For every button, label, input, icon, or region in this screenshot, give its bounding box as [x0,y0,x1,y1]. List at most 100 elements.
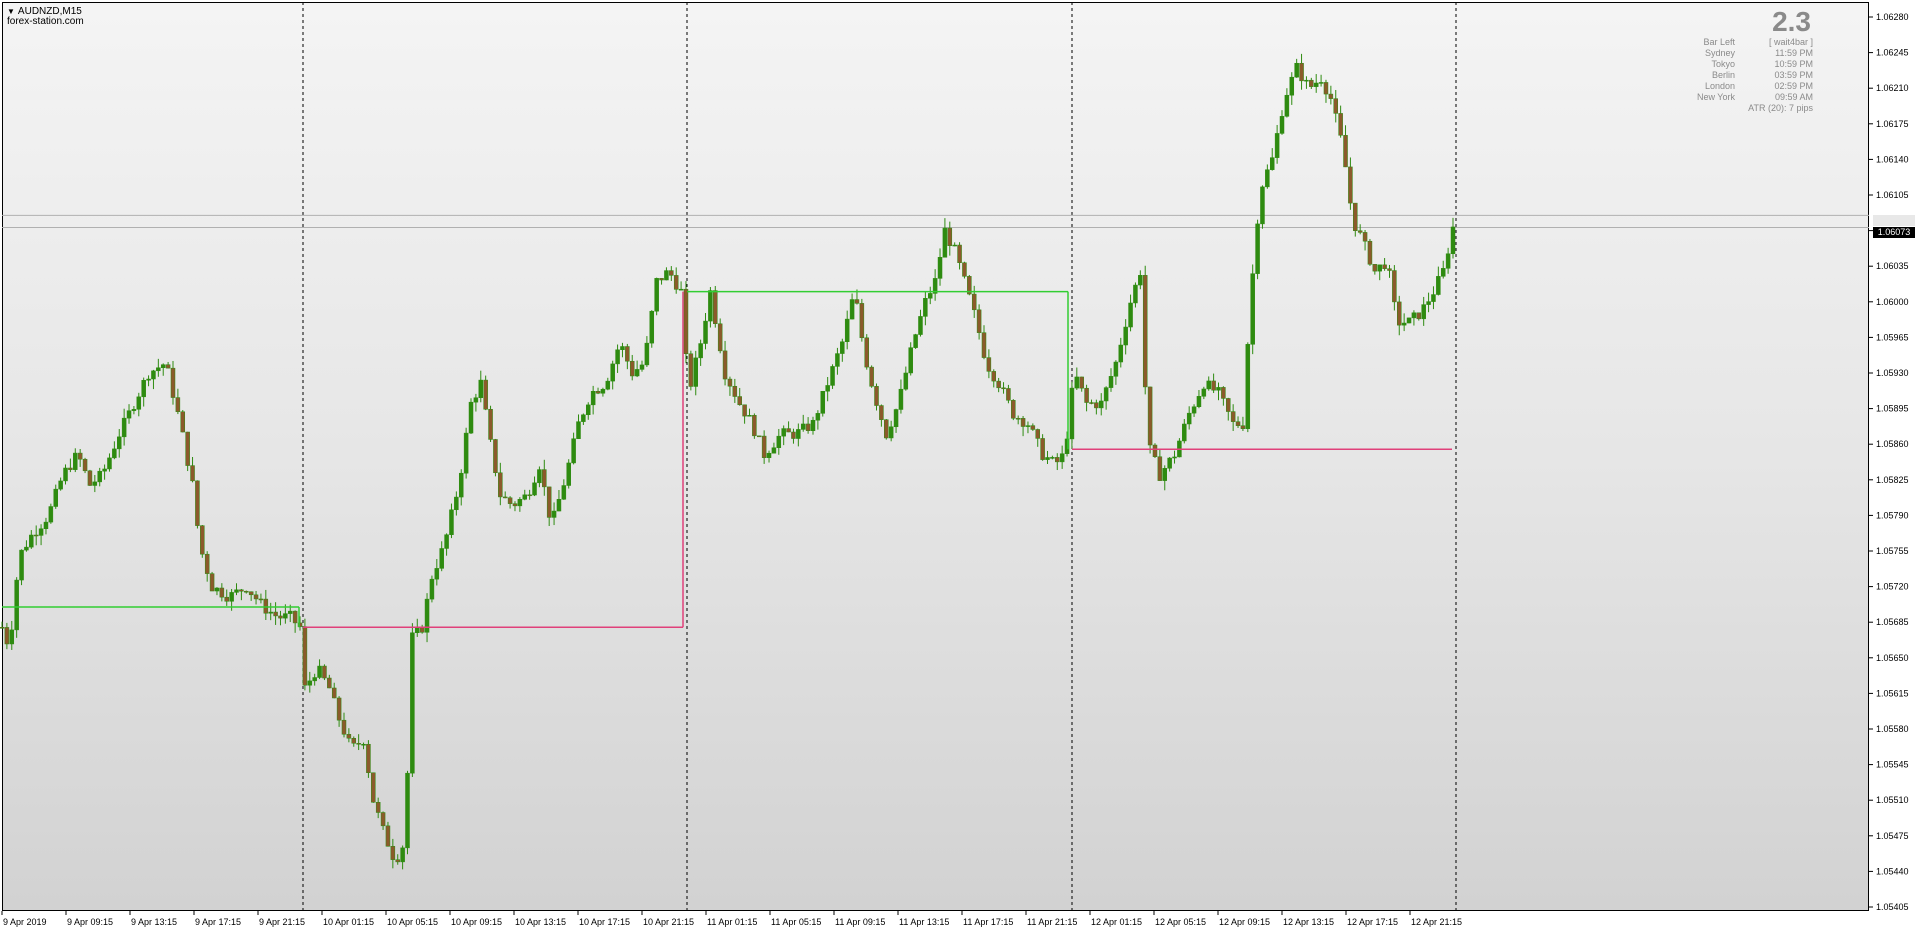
candle-body [1055,457,1060,463]
x-tick-label: 9 Apr 17:15 [195,917,241,927]
candle-body [849,299,855,320]
candle-body [1108,376,1114,388]
candle-body [131,409,137,411]
candle-body [92,481,98,486]
candle-body [1006,388,1011,401]
candle-body [9,629,15,645]
candle-body [1318,82,1324,84]
y-tick-label: 1.05580 [1876,724,1909,734]
candle-body [439,548,444,569]
candle-body [1436,276,1441,295]
candle-body [879,405,884,420]
candle-body [483,379,488,410]
candle-body [820,390,826,414]
candle-body [1426,301,1431,305]
candle-body [341,719,347,735]
candle-body [810,419,816,431]
y-tick-label: 1.05475 [1876,831,1909,841]
candle-body [678,288,684,291]
y-tick-label: 1.05930 [1876,368,1909,378]
x-tick-label: 12 Apr 01:15 [1091,917,1142,927]
x-tick-label: 12 Apr 13:15 [1283,917,1334,927]
candle-body [77,452,83,460]
candle-body [375,802,381,813]
candle-body [263,598,269,614]
candle-body [146,378,151,381]
candle-body [361,743,366,746]
candle-body [1186,412,1192,425]
candle-body [1240,425,1246,429]
chart-window[interactable]: ▼ AUDNZD,M15 forex-station.com 2.3 Bar L… [0,0,1916,933]
candle-body [796,429,801,439]
candle-body [683,288,689,355]
candle-body [322,665,327,679]
candle-body [1309,79,1314,87]
x-tick-label: 11 Apr 05:15 [771,917,821,927]
candle-body [854,299,860,304]
candle-body [537,469,542,484]
x-tick-label: 10 Apr 17:15 [579,917,630,927]
candle-body [458,472,464,498]
y-tick-label: 1.05755 [1876,546,1909,556]
candle-body [1098,400,1104,409]
y-tick-label: 1.05790 [1876,510,1909,520]
current-price-tag: 1.06073 [1873,227,1915,238]
candle-body [1411,312,1417,319]
candle-body [1152,444,1158,457]
candle-body [395,859,400,863]
candle-body [283,613,288,619]
candle-body [805,423,811,431]
candle-body [776,435,782,448]
candle-body [654,278,659,312]
candle-body [43,521,49,529]
candle-body [571,438,576,464]
candle-body [287,610,293,614]
candle-body [913,334,918,348]
candle-body [454,496,459,511]
candle-body [927,293,933,299]
candle-body [1397,301,1402,326]
candle-body [38,528,44,536]
candle-body [239,589,244,592]
x-tick-label: 9 Apr 2019 [3,917,47,927]
candle-body [551,510,557,518]
candle-body [87,470,93,486]
candle-body [771,447,777,454]
candle-body [1230,411,1236,422]
candle-body [918,316,923,335]
y-tick-label: 1.06000 [1876,297,1909,307]
candle-body [1040,438,1045,460]
candle-body [175,397,181,412]
candle-body [590,391,596,406]
candle-body [1450,226,1456,254]
candle-body [952,244,957,247]
candle-body [82,458,88,472]
candle-body [1304,79,1309,82]
candle-body [214,587,220,592]
candle-body [722,350,728,380]
candle-body [1323,82,1329,95]
candle-body [0,627,5,629]
candle-body [996,380,1001,389]
candle-body [1172,456,1177,459]
candle-body [1260,186,1265,225]
candle-body [566,462,571,486]
x-tick-label: 12 Apr 17:15 [1347,917,1398,927]
candle-body [752,415,757,437]
candle-body [947,227,953,246]
candle-body [1333,98,1338,114]
candle-body [610,363,615,382]
candle-body [1167,457,1172,469]
candle-body [278,615,283,619]
candle-body [405,772,410,849]
candle-body [586,404,591,416]
candle-body [673,275,679,290]
y-tick-label: 1.05965 [1876,332,1909,342]
candle-body [835,353,840,367]
candle-body [1445,253,1451,269]
candle-body [400,847,405,863]
y-tick-label: 1.05405 [1876,902,1909,912]
candle-body [331,687,337,699]
candle-body [68,467,73,470]
candle-body [800,423,806,430]
